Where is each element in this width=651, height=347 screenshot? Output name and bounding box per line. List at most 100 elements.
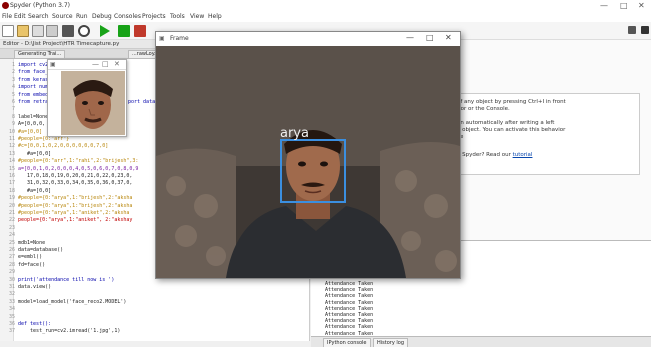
minimize-button[interactable]: —: [600, 1, 608, 10]
arrow-icon[interactable]: [641, 26, 649, 34]
frame-minimize-button[interactable]: —: [406, 33, 414, 42]
code-text: import cv2: [18, 62, 49, 68]
code-line: 13 #a=[0,0]: [3, 151, 51, 157]
maximize-button[interactable]: □: [620, 1, 628, 10]
camera-feed: arya: [156, 46, 460, 278]
console-output-line: Attendance Taken: [325, 299, 374, 306]
tab-generating-training[interactable]: Generating Trai...: [14, 50, 66, 58]
frame-maximize-button[interactable]: □: [426, 33, 434, 42]
line-number: 23: [8, 224, 15, 231]
line-number: 21: [8, 210, 15, 216]
close-button[interactable]: ✕: [638, 1, 645, 10]
code-line: 12 #c=[0,0,1,0,2,0,0,0,0,0,0,7,0]: [3, 143, 108, 149]
code-line-tail: port data: [128, 99, 156, 105]
menu-source[interactable]: Source: [52, 13, 73, 20]
code-text: #a=[0,0]: [18, 150, 52, 157]
line-number: 10: [8, 128, 15, 135]
menu-file[interactable]: File: [2, 13, 12, 20]
new-file-icon[interactable]: [2, 25, 14, 37]
main-titlebar: Spyder (Python 3.7) — □ ✕: [0, 0, 651, 12]
code-text: a=[0,0,1,0,2,0,0,0,4,0,5,0,6,0,7,0,8,0,9: [18, 165, 139, 172]
run-icon[interactable]: [100, 25, 110, 37]
line-number: 22: [8, 217, 15, 224]
small-maximize-button[interactable]: □: [102, 60, 109, 68]
spyder-app-icon: [2, 2, 9, 9]
line-number: 25: [8, 239, 15, 246]
save-icon[interactable]: [32, 25, 44, 37]
line-number: 14: [8, 158, 15, 165]
line-number: 34: [8, 306, 15, 313]
code-line: 14 #people={0:"arr",1:"rahi",2:"brijesh",…: [3, 158, 138, 164]
tab-history-log[interactable]: History log: [373, 338, 408, 347]
list-icon[interactable]: [62, 25, 74, 37]
line-number: 6: [11, 99, 15, 105]
code-text: print('attendance till now is '): [18, 276, 115, 283]
line-number: 30: [8, 276, 15, 283]
small-close-button[interactable]: ✕: [114, 60, 120, 68]
frame-window[interactable]: ▣ Frame — □ ✕ arya: [155, 31, 461, 279]
code-line: 22 people={0:"arya",1:"aniket", 2:"akshay: [3, 217, 132, 223]
code-text: 17,0,18,0,19,0,20,0,21,0,22,0,23,0,: [18, 173, 133, 179]
line-number: 18: [8, 187, 15, 194]
frame-titlebar: ▣ Frame — □ ✕: [156, 32, 460, 46]
line-number: 8: [11, 113, 15, 120]
code-text: from keras: [18, 76, 49, 83]
at-icon[interactable]: [78, 25, 90, 37]
help-line: of any object by pressing Ctrl+I in fron…: [457, 99, 566, 105]
line-number: 16: [8, 173, 15, 179]
code-line: 18 #a=[0,0]: [3, 188, 51, 194]
window-title: Spyder (Python 3.7): [10, 2, 70, 9]
save-all-icon[interactable]: [46, 25, 58, 37]
code-text: 31,0,32,0,33,0,34,0,35,0,36,0,37,0,: [18, 180, 133, 187]
frame-window-icon: ▣: [159, 35, 165, 42]
help-prompt: o Spyder? Read our tutorial: [457, 152, 532, 159]
code-text: import num: [18, 84, 49, 91]
console-output-line: Attendance Taken: [325, 287, 374, 294]
code-text: from face_: [18, 69, 49, 76]
code-line: 7: [3, 106, 18, 112]
line-number: 12: [8, 143, 15, 150]
code-line: 24: [3, 232, 18, 238]
code-line: 35: [3, 314, 18, 320]
console-output-line: Attendance Taken: [325, 293, 374, 300]
line-number: 26: [8, 247, 15, 253]
code-line: 37 test_run=cv2.imread('1.jpg',1): [3, 328, 120, 334]
menu-edit[interactable]: Edit: [14, 13, 26, 20]
help-prompt-text: o Spyder? Read our: [457, 152, 511, 158]
code-line: 34: [3, 306, 18, 312]
code-line: 20 #people={0:"arya",1:"brijesh",2:"aksha: [3, 203, 132, 209]
tutorial-link[interactable]: tutorial: [513, 152, 533, 158]
code-line: 4 import num: [3, 84, 48, 90]
code-line: 1 import cv2: [3, 62, 48, 68]
menu-run[interactable]: Run: [76, 13, 88, 20]
code-line: 8 label=None: [3, 114, 48, 120]
menu-consoles[interactable]: Consoles: [114, 13, 141, 20]
line-number: 2: [11, 69, 15, 76]
code-text: def test():: [18, 321, 52, 327]
browse-icon[interactable]: [628, 26, 636, 34]
menu-search[interactable]: Search: [28, 13, 49, 20]
code-line: 32: [3, 291, 18, 297]
help-line: en automatically after writing a left: [457, 120, 555, 126]
menu-debug[interactable]: Debug: [92, 13, 112, 20]
code-line: 16 17,0,18,0,19,0,20,0,21,0,22,0,23,0,: [3, 173, 132, 179]
frame-close-button[interactable]: ✕: [445, 33, 452, 42]
line-number: 1: [11, 62, 15, 68]
menu-projects[interactable]: Projects: [142, 13, 166, 20]
cropped-face-window[interactable]: ▣ — □ ✕: [47, 59, 127, 137]
line-number: 19: [8, 195, 15, 202]
code-line: 19 #people={0:"arya",1:"brijesh",2:"aksha: [3, 195, 132, 201]
code-text: label=None: [18, 113, 49, 120]
small-minimize-button[interactable]: —: [92, 60, 99, 68]
menu-view[interactable]: View: [190, 13, 204, 20]
run-cell-advance-icon[interactable]: [134, 25, 146, 37]
line-number: 4: [11, 84, 15, 91]
open-folder-icon[interactable]: [17, 25, 29, 37]
cropped-face-image: [61, 71, 125, 135]
code-text: e=embl(): [18, 254, 43, 261]
menu-tools[interactable]: Tools: [170, 13, 185, 20]
menu-help[interactable]: Help: [208, 13, 222, 20]
run-cell-icon[interactable]: [118, 25, 130, 37]
console-output-line: Attendance Taken: [325, 324, 374, 331]
tab-ipython-console[interactable]: IPython console: [323, 338, 371, 347]
